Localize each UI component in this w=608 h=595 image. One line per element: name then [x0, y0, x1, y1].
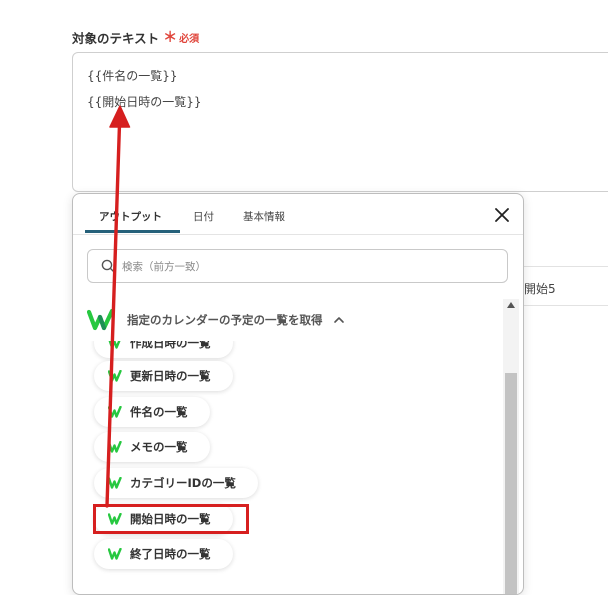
- output-item-start-at[interactable]: 開始日時の一覧: [94, 504, 233, 534]
- output-item-label: メモの一覧: [130, 440, 188, 454]
- tab-basic-info[interactable]: 基本情報: [243, 209, 285, 224]
- field-label: 対象のテキスト ＊ 必須: [72, 27, 199, 47]
- output-item-memo[interactable]: メモの一覧: [94, 432, 210, 462]
- yoom-logo-icon: [108, 441, 122, 453]
- yoom-logo-icon: [108, 341, 121, 349]
- output-item-label: カテゴリーIDの一覧: [130, 476, 236, 490]
- tab-output[interactable]: アウトプット: [99, 209, 162, 224]
- required-mark: ＊: [163, 30, 178, 46]
- output-item-subject[interactable]: 件名の一覧: [94, 397, 210, 427]
- table-cell: 開始5: [524, 282, 556, 296]
- yoom-logo-icon: [108, 406, 122, 418]
- search-input[interactable]: [120, 256, 494, 278]
- text-line: {{件名の一覧}}: [87, 69, 178, 83]
- chevron-up-icon: [333, 317, 344, 323]
- yoom-logo-icon: [87, 309, 115, 331]
- output-group-header[interactable]: 指定のカレンダーの予定の一覧を取得: [87, 308, 487, 332]
- group-title: 指定のカレンダーの予定の一覧を取得: [127, 313, 323, 327]
- target-text-area[interactable]: {{件名の一覧}} {{開始日時の一覧}}: [72, 52, 608, 192]
- yoom-logo-icon: [108, 513, 122, 525]
- close-icon: [495, 208, 509, 222]
- scrollbar-thumb[interactable]: [505, 373, 517, 594]
- scrollbar[interactable]: [503, 299, 519, 594]
- output-item-label: 作成日時の一覧: [130, 341, 211, 350]
- tab-bar: アウトプット 日付 基本情報: [73, 194, 523, 235]
- yoom-logo-icon: [108, 548, 122, 560]
- table-divider: [522, 266, 608, 267]
- output-picker-popup: アウトプット 日付 基本情報 指定のカレンダーの予定の一覧を取得 作成日時の一覧: [72, 193, 524, 595]
- output-item-created-at[interactable]: 作成日時の一覧: [94, 341, 233, 358]
- active-tab-indicator: [85, 230, 180, 233]
- yoom-logo-icon: [108, 370, 122, 382]
- output-list: 作成日時の一覧 更新日時の一覧 件名の一覧 メモの一覧 カテゴリーIDの一覧 開…: [73, 341, 498, 594]
- output-item-label: 終了日時の一覧: [130, 547, 211, 561]
- text-line: {{開始日時の一覧}}: [87, 95, 202, 109]
- required-text: 必須: [179, 33, 200, 45]
- close-button[interactable]: [491, 204, 513, 226]
- output-item-label: 開始日時の一覧: [130, 512, 211, 526]
- scroll-up-arrow-icon[interactable]: [507, 302, 515, 308]
- search-box: [87, 249, 508, 283]
- output-item-label: 更新日時の一覧: [130, 369, 211, 383]
- output-item-end-at[interactable]: 終了日時の一覧: [94, 539, 233, 569]
- output-item-category-id[interactable]: カテゴリーIDの一覧: [94, 468, 258, 498]
- tab-date[interactable]: 日付: [193, 209, 214, 224]
- search-icon: [101, 259, 115, 273]
- output-item-label: 件名の一覧: [130, 405, 188, 419]
- yoom-logo-icon: [108, 477, 122, 489]
- field-label-text: 対象のテキスト: [72, 30, 160, 46]
- table-divider: [522, 305, 608, 306]
- output-item-updated-at[interactable]: 更新日時の一覧: [94, 361, 233, 391]
